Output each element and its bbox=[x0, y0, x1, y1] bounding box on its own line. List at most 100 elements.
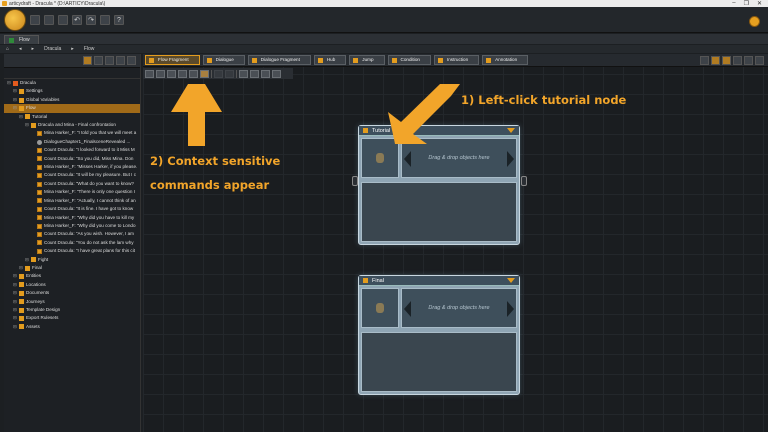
tree-item[interactable]: ⊟ Export Rulesets bbox=[4, 314, 140, 322]
tree-item[interactable]: ⊟ Assets bbox=[4, 323, 140, 331]
view-icon[interactable] bbox=[116, 56, 125, 65]
new-project-icon[interactable] bbox=[30, 14, 40, 25]
node-menu-triangle-icon[interactable] bbox=[507, 278, 515, 283]
node-text-area[interactable] bbox=[361, 332, 517, 392]
node-header[interactable]: Tutorial bbox=[359, 126, 519, 136]
node-header[interactable]: Final bbox=[359, 276, 519, 286]
ctx-pin-out-icon[interactable] bbox=[225, 69, 234, 78]
arrow-left-icon[interactable] bbox=[404, 151, 411, 167]
filter-icon[interactable] bbox=[83, 56, 92, 65]
expand-toggle-icon[interactable]: ⊟ bbox=[13, 104, 18, 112]
tree-item[interactable]: Count Dracula: "As you wish. However, I … bbox=[4, 230, 140, 238]
tree-item[interactable]: Mina Harker_F: "Misses Harker, if you pl… bbox=[4, 163, 140, 171]
input-pin[interactable] bbox=[352, 176, 358, 186]
expand-toggle-icon[interactable]: ⊟ bbox=[13, 298, 18, 306]
hub-button[interactable]: Hub bbox=[313, 55, 347, 65]
condition-button[interactable]: Condition bbox=[387, 55, 431, 65]
ctx-preview-icon[interactable] bbox=[156, 69, 165, 78]
settings-gear-icon[interactable] bbox=[749, 16, 760, 27]
expand-toggle-icon[interactable]: ⊟ bbox=[19, 264, 24, 272]
undo-icon[interactable]: ↶ bbox=[72, 14, 82, 25]
expand-toggle-icon[interactable]: ⊟ bbox=[13, 289, 18, 297]
tree-item[interactable]: ⊟ Dracula bbox=[4, 79, 140, 87]
forward-icon[interactable]: ▸ bbox=[32, 46, 35, 52]
tree-item[interactable]: Mina Harker_F: "I told you that we will … bbox=[4, 129, 140, 137]
ctx-connect-icon[interactable] bbox=[189, 69, 198, 78]
node-menu-triangle-icon[interactable] bbox=[507, 128, 515, 133]
tree-item[interactable]: ⊟ Flow bbox=[4, 104, 140, 113]
ctx-align-center-icon[interactable] bbox=[250, 69, 259, 78]
search-icon[interactable] bbox=[94, 56, 103, 65]
tree-item[interactable]: ⊟ Entities bbox=[4, 272, 140, 280]
node-text-area[interactable] bbox=[361, 182, 517, 242]
sync-icon[interactable] bbox=[100, 14, 110, 25]
tab-flow[interactable]: Flow bbox=[4, 35, 39, 44]
home-icon[interactable]: ⌂ bbox=[6, 46, 9, 52]
articy-logo-icon[interactable] bbox=[4, 8, 26, 31]
tree-item[interactable]: Mina Harker_F: "Why did you have to kill… bbox=[4, 214, 140, 222]
maximize-button[interactable]: ❐ bbox=[744, 0, 749, 7]
arrow-right-icon[interactable] bbox=[507, 151, 514, 167]
breadcrumb-item-flow[interactable]: Flow bbox=[84, 46, 95, 52]
flow-canvas[interactable]: Flow Fragment Dialogue Dialogue Fragment… bbox=[143, 54, 768, 432]
close-button[interactable]: ✕ bbox=[757, 0, 762, 7]
expand-toggle-icon[interactable]: ⊟ bbox=[13, 87, 18, 95]
minimize-button[interactable]: – bbox=[732, 0, 735, 7]
drop-zone[interactable]: Drag & drop objects here bbox=[401, 138, 517, 178]
ctx-pin-in-icon[interactable] bbox=[214, 69, 223, 78]
tree-item[interactable]: ⊟ Journeys bbox=[4, 298, 140, 306]
tile-view-icon[interactable] bbox=[744, 55, 753, 65]
flow-node-final[interactable]: Final Drag & drop objects here bbox=[358, 275, 520, 395]
collapse-icon[interactable] bbox=[105, 56, 114, 65]
tree-item[interactable]: ⊟ Global Variables bbox=[4, 96, 140, 104]
tree-item[interactable]: ⊟ Documents bbox=[4, 289, 140, 297]
list-view-icon[interactable] bbox=[733, 55, 742, 65]
arrow-left-icon[interactable] bbox=[404, 301, 411, 317]
tree-item[interactable]: DialogueChapter1_FinalsceneRevealed ... bbox=[4, 138, 140, 146]
ctx-properties-icon[interactable] bbox=[167, 69, 176, 78]
node-preview-image[interactable] bbox=[361, 138, 399, 178]
tree-item[interactable]: Mina Harker_F: "Why did you come to Lond… bbox=[4, 222, 140, 230]
expand-toggle-icon[interactable]: ⊟ bbox=[7, 79, 12, 87]
layout-icon[interactable] bbox=[711, 55, 720, 65]
dialogue-fragment-button[interactable]: Dialogue Fragment bbox=[247, 55, 311, 65]
expand-toggle-icon[interactable]: ⊟ bbox=[13, 272, 18, 280]
tree-item[interactable]: Count Dracula: "You do not ask the lam w… bbox=[4, 239, 140, 247]
expand-toggle-icon[interactable]: ⊟ bbox=[25, 256, 30, 264]
expand-toggle-icon[interactable]: ⊟ bbox=[13, 281, 18, 289]
tree-item[interactable]: ⊟ Fight bbox=[4, 256, 140, 264]
tree-item[interactable]: ⊟ Locations bbox=[4, 281, 140, 289]
flow-node-tutorial[interactable]: Tutorial Drag & drop objects here bbox=[358, 125, 520, 245]
grid-icon[interactable] bbox=[722, 55, 731, 65]
node-preview-image[interactable] bbox=[361, 288, 399, 328]
options-icon[interactable] bbox=[127, 56, 136, 65]
jump-button[interactable]: Jump bbox=[349, 55, 385, 65]
ctx-template-icon[interactable] bbox=[178, 69, 187, 78]
back-icon[interactable]: ◂ bbox=[19, 46, 22, 52]
ctx-distribute-icon[interactable] bbox=[272, 69, 281, 78]
ctx-color-icon[interactable] bbox=[200, 69, 209, 78]
tree-item[interactable]: Count Dracula: "So you did, Miss Mina. D… bbox=[4, 155, 140, 163]
annotation-button[interactable]: Annotation bbox=[482, 55, 529, 65]
expand-toggle-icon[interactable]: ⊟ bbox=[13, 306, 18, 314]
save-all-icon[interactable] bbox=[58, 14, 68, 25]
tree-item[interactable]: Mina Harker_F: "Actually, I cannot think… bbox=[4, 197, 140, 205]
tree-item[interactable]: Count Dracula: "It is fine. I have got t… bbox=[4, 205, 140, 213]
navigator-search-area[interactable] bbox=[4, 68, 140, 79]
tree-item[interactable]: Mina Harker_F: "There is only one questi… bbox=[4, 188, 140, 196]
tree-item[interactable]: Count Dracula: "It will be my pleasure. … bbox=[4, 171, 140, 179]
expand-toggle-icon[interactable]: ⊟ bbox=[13, 96, 18, 104]
ctx-open-icon[interactable] bbox=[145, 69, 154, 78]
tree-item[interactable]: Count Dracula: "I have great plans for t… bbox=[4, 247, 140, 255]
tree-item[interactable]: ⊟ Final bbox=[4, 264, 140, 272]
expand-toggle-icon[interactable]: ⊟ bbox=[19, 113, 24, 121]
tree-item[interactable]: ⊟ Tutorial bbox=[4, 113, 140, 121]
ctx-align-left-icon[interactable] bbox=[239, 69, 248, 78]
redo-icon[interactable]: ↷ bbox=[86, 14, 96, 25]
drop-zone[interactable]: Drag & drop objects here bbox=[401, 288, 517, 328]
arrow-right-icon[interactable] bbox=[507, 301, 514, 317]
dialogue-button[interactable]: Dialogue bbox=[202, 55, 245, 65]
expand-toggle-icon[interactable]: ⊟ bbox=[25, 121, 30, 129]
breadcrumb-item-dracula[interactable]: Dracula bbox=[44, 46, 61, 52]
tree-item[interactable]: ⊟ Template Design bbox=[4, 306, 140, 314]
